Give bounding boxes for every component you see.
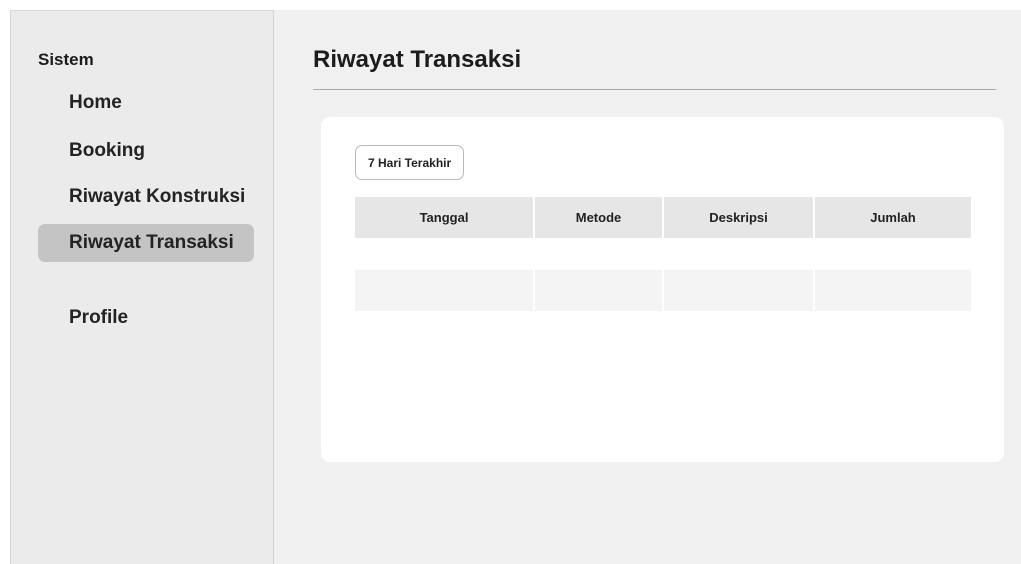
sidebar-item-label: Riwayat Transaksi bbox=[69, 232, 234, 253]
table-cell bbox=[535, 270, 662, 311]
table-cell bbox=[664, 270, 813, 311]
transactions-table: Tanggal Metode Deskripsi Jumlah bbox=[355, 197, 971, 311]
sidebar-item-riwayat-transaksi[interactable]: Riwayat Transaksi bbox=[38, 224, 254, 262]
table-cell bbox=[815, 270, 971, 311]
date-filter-button[interactable]: 7 Hari Terakhir bbox=[355, 145, 465, 180]
app-frame: Sistem Home Booking Riwayat Konstruksi R… bbox=[10, 10, 1021, 564]
sidebar-item-label: Home bbox=[69, 92, 122, 113]
column-header-jumlah: Jumlah bbox=[815, 197, 971, 238]
sidebar-item-label: Profile bbox=[69, 307, 129, 328]
column-header-metode: Metode bbox=[535, 197, 662, 238]
sidebar: Sistem Home Booking Riwayat Konstruksi R… bbox=[10, 10, 274, 564]
title-divider bbox=[313, 89, 996, 90]
page-title: Riwayat Transaksi bbox=[313, 46, 522, 73]
sidebar-item-home[interactable]: Home bbox=[38, 84, 254, 122]
column-header-deskripsi: Deskripsi bbox=[664, 197, 813, 238]
sidebar-item-label: Riwayat Konstruksi bbox=[69, 186, 246, 207]
transactions-card: 7 Hari Terakhir Tanggal Metode Deskripsi… bbox=[321, 117, 1004, 462]
table-header-row: Tanggal Metode Deskripsi Jumlah bbox=[355, 197, 971, 238]
sidebar-item-riwayat-konstruksi[interactable]: Riwayat Konstruksi bbox=[38, 178, 254, 216]
sidebar-item-booking[interactable]: Booking bbox=[38, 132, 254, 170]
sidebar-item-profile[interactable]: Profile bbox=[38, 299, 254, 337]
sidebar-heading: Sistem bbox=[38, 50, 94, 69]
table-cell bbox=[355, 270, 533, 311]
table-row bbox=[355, 270, 971, 311]
column-header-tanggal: Tanggal bbox=[355, 197, 533, 238]
sidebar-item-label: Booking bbox=[69, 140, 145, 161]
main-content: Riwayat Transaksi 7 Hari Terakhir Tangga… bbox=[274, 10, 1021, 564]
